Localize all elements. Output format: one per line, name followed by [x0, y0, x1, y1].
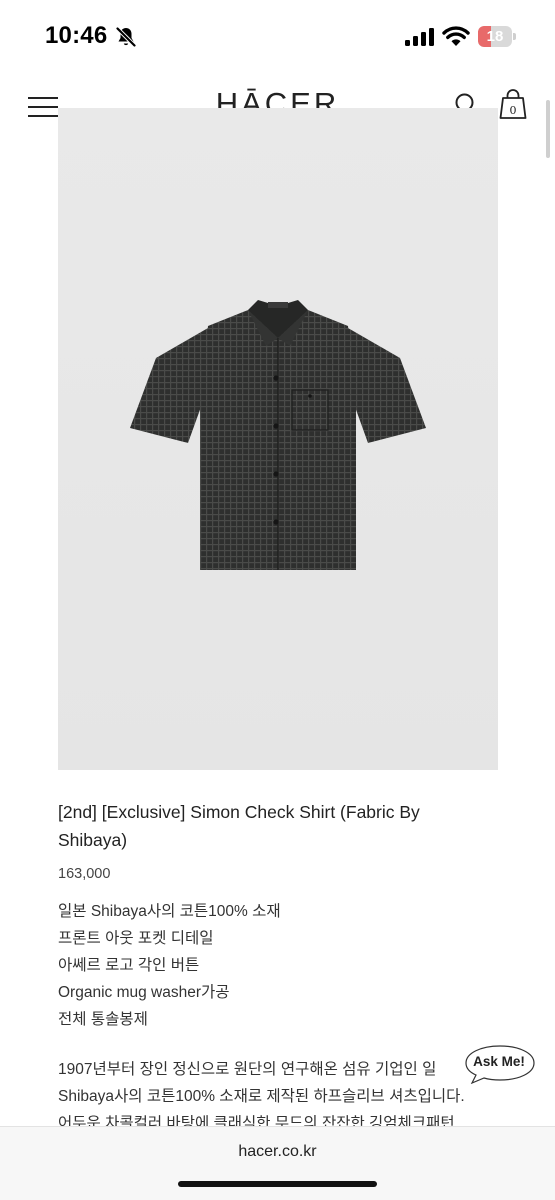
battery-indicator: 18 — [478, 26, 516, 47]
menu-icon[interactable] — [28, 96, 58, 118]
status-time: 10:46 — [45, 22, 108, 49]
list-item: 아쎄르 로고 각인 버튼 — [58, 957, 200, 974]
battery-level: 18 — [486, 28, 504, 45]
product-image[interactable] — [58, 108, 498, 770]
wifi-icon — [442, 26, 470, 46]
bell-muted-icon — [115, 26, 137, 48]
list-item: 프론트 아웃 포켓 디테일 — [58, 930, 214, 947]
list-item: Organic mug washer가공 — [58, 984, 230, 1001]
address-bar[interactable]: hacer.co.kr — [0, 1143, 555, 1161]
cellular-signal-icon — [405, 28, 434, 46]
status-bar: 10:46 18 — [0, 0, 555, 72]
ask-me-button[interactable]: Ask Me! — [464, 1054, 534, 1069]
browser-bottom-bar — [0, 1126, 555, 1200]
product-price: 163,000 — [58, 866, 111, 882]
product-details-list: 일본 Shibaya사의 코튼100% 소재 프론트 아웃 포켓 디테일 아쎄르… — [58, 898, 281, 1033]
cart-count-badge: 0 — [509, 104, 517, 117]
description-line: Shibaya사의 코튼100% 소재로 제작된 하프슬리브 셔츠입니다. — [58, 1088, 465, 1105]
scroll-indicator — [546, 100, 550, 158]
list-item: 전체 통솔봉제 — [58, 1011, 148, 1028]
list-item: 일본 Shibaya사의 코튼100% 소재 — [58, 903, 281, 920]
product-title: [2nd] [Exclusive] Simon Check Shirt (Fab… — [58, 802, 420, 850]
shirt-photo — [130, 300, 426, 570]
home-indicator[interactable] — [178, 1181, 377, 1187]
